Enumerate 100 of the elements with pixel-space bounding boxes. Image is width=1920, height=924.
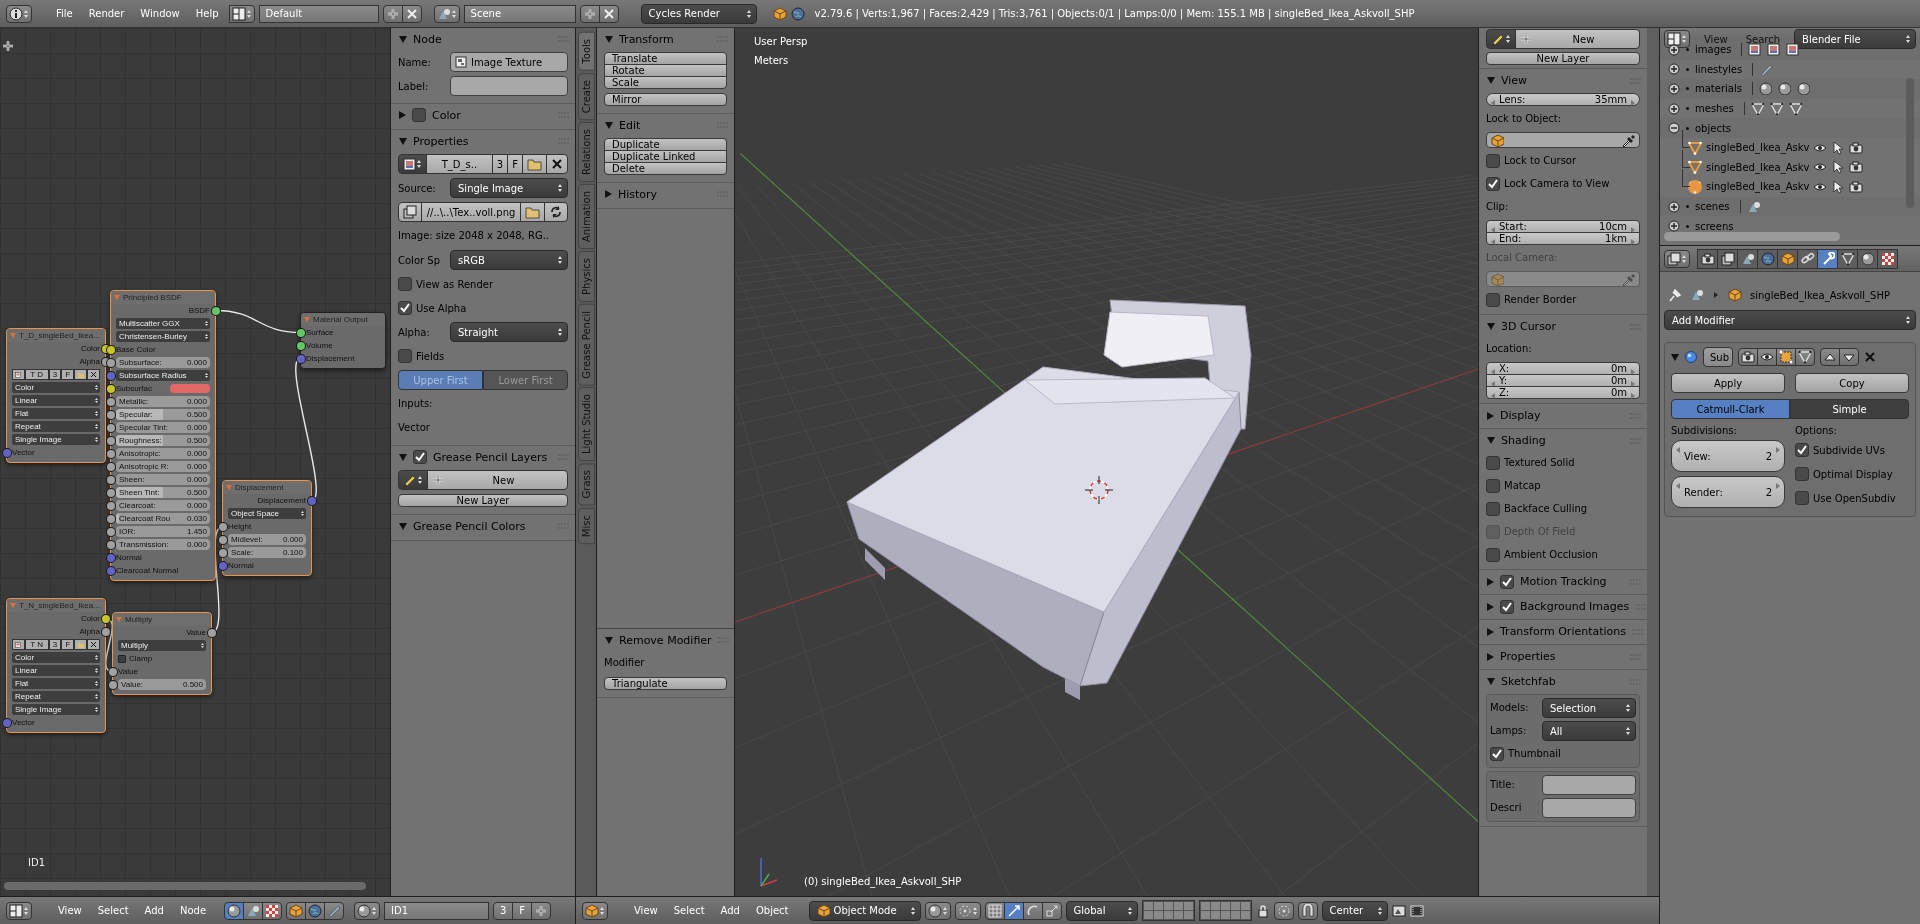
value-slider[interactable]: Sheen Tint: 0.500	[116, 487, 210, 498]
panel-button[interactable]: Mirror	[604, 93, 727, 106]
dropdown[interactable]: sRGB	[450, 250, 568, 270]
panel-button[interactable]: Apply	[1671, 373, 1785, 393]
toggle-button[interactable]: Catmull-Clark	[1671, 399, 1790, 419]
number-field[interactable]: Z: 0m	[1486, 386, 1640, 399]
panel-button[interactable]: Copy	[1795, 373, 1909, 393]
value-slider[interactable]: Subsurface: 0.000	[116, 357, 210, 368]
node-card[interactable]: T_D_singleBed_Ikea... Color Alpha T D 3 F Color Linear Flat Repeat Single Image Vector	[6, 328, 106, 463]
menu-item[interactable]: Select	[91, 905, 135, 916]
panel-button[interactable]: New Layer	[1486, 52, 1640, 65]
value-slider[interactable]: Midlevel: 0.000	[228, 534, 306, 545]
value-slider[interactable]: Scale: 0.100	[228, 547, 306, 558]
panel-title[interactable]: Background Images	[1520, 597, 1630, 616]
tree-item-label[interactable]: meshes	[1695, 103, 1734, 115]
user-count-button[interactable]: 3	[48, 639, 62, 650]
panel-title[interactable]: Transform	[619, 32, 674, 46]
panel-title[interactable]: Sketchfab	[1501, 672, 1556, 691]
dropdown[interactable]: Christensen-Burley	[116, 331, 210, 342]
value-slider[interactable]: Clearcoat Rou 0.030	[116, 513, 210, 524]
number-field[interactable]: Lens: 35mm	[1486, 93, 1640, 106]
menu-item[interactable]: Help	[189, 8, 225, 19]
panel-title[interactable]: Transform Orientations	[1500, 622, 1627, 641]
scene-field[interactable]: Scene	[463, 4, 576, 23]
panel-title[interactable]: Motion Tracking	[1520, 572, 1607, 591]
panel-button[interactable]: Triangulate	[604, 677, 727, 690]
dropdown[interactable]: Subsurface Radius	[116, 370, 210, 381]
panel-button[interactable]: New Layer	[398, 494, 568, 507]
dropdown[interactable]: Color	[12, 652, 100, 663]
snap-target-dropdown[interactable]: Center	[1321, 900, 1388, 921]
tree-item-label[interactable]: materials	[1695, 83, 1742, 95]
dropdown[interactable]: Repeat	[12, 421, 100, 432]
dropdown[interactable]: Straight	[450, 322, 568, 342]
dropdown[interactable]: Multiscatter GGX	[116, 318, 210, 329]
dropdown[interactable]: Color	[12, 382, 100, 393]
dropdown[interactable]: All	[1542, 721, 1636, 741]
tree-item-label[interactable]: objects	[1695, 122, 1732, 134]
value-slider[interactable]: Metallic: 0.000	[116, 396, 210, 407]
number-field[interactable]: End: 1km	[1486, 232, 1640, 245]
value-slider[interactable]: Specular Tint: 0.000	[116, 422, 210, 433]
panel-title[interactable]: Remove Modifier	[619, 633, 712, 647]
panel-button[interactable]: Delete	[604, 162, 727, 175]
fake-user-button[interactable]: F	[507, 154, 523, 174]
dropdown[interactable]: Linear	[12, 395, 100, 406]
node-tree-field[interactable]: ID1	[384, 901, 490, 920]
panel-title[interactable]: History	[618, 187, 658, 201]
dropdown[interactable]: Single Image	[12, 434, 100, 445]
user-count-button[interactable]: 3	[493, 901, 514, 920]
tree-item-label[interactable]: images	[1695, 44, 1732, 56]
menu-item[interactable]: Select	[667, 905, 711, 916]
sidebar-tab[interactable]: Tools	[578, 32, 595, 71]
display-mode-dropdown[interactable]: Blender File	[1794, 29, 1916, 49]
menu-item[interactable]: Object	[749, 905, 795, 916]
fake-user-button[interactable]: F	[61, 639, 75, 650]
text-field[interactable]: Image Texture	[450, 52, 568, 72]
value-slider[interactable]: Anisotropic R: 0.000	[116, 461, 210, 472]
menu-item[interactable]: Window	[134, 8, 186, 19]
dropdown[interactable]: Multiply	[118, 640, 206, 651]
panel-title[interactable]: Node	[413, 32, 442, 46]
dropdown[interactable]: Repeat	[12, 691, 100, 702]
menu-item[interactable]: File	[50, 8, 79, 19]
tree-item-label[interactable]: singleBed_Ikea_Askv	[1706, 161, 1810, 173]
dropdown[interactable]: Single Image	[450, 178, 568, 198]
menu-item[interactable]: Node	[173, 905, 213, 916]
dropdown[interactable]: Flat	[12, 678, 100, 689]
panel-title[interactable]: Properties	[413, 134, 469, 148]
file-path-field[interactable]: //..\..\Tex..voll.png	[421, 202, 521, 222]
dropdown[interactable]: Flat	[12, 408, 100, 419]
value-slider[interactable]: Specular: 0.500	[116, 409, 210, 420]
orientation-dropdown[interactable]: Global	[1065, 900, 1138, 921]
tree-item-label[interactable]: singleBed_Ikea_Askv	[1706, 142, 1810, 154]
value-slider[interactable]: Transmission: 0.000	[116, 539, 210, 550]
new-button[interactable]: New	[427, 470, 568, 490]
menu-item[interactable]: Render	[82, 8, 131, 19]
image-name-field[interactable]: T D	[24, 369, 49, 380]
new-button[interactable]: New	[1515, 29, 1640, 49]
panel-title[interactable]: 3D Cursor	[1501, 317, 1557, 336]
fake-user-button[interactable]: F	[512, 901, 533, 920]
menu-item[interactable]: Add	[138, 905, 170, 916]
value-slider[interactable]: Clearcoat: 0.000	[116, 500, 210, 511]
menu-item[interactable]: View	[52, 905, 88, 916]
fake-user-button[interactable]: F	[61, 369, 75, 380]
menu-item[interactable]: Add	[714, 905, 746, 916]
menu-item[interactable]: View	[1700, 33, 1732, 45]
name-field[interactable]: Sub	[1703, 347, 1733, 367]
tree-item-label[interactable]: screens	[1695, 220, 1734, 232]
panel-button[interactable]: Scale	[604, 76, 727, 89]
number-field[interactable]: View: 2	[1671, 440, 1785, 472]
value-slider[interactable]: Anisotropic: 0.000	[116, 448, 210, 459]
value-slider[interactable]: IOR: 1.450	[116, 526, 210, 537]
panel-title[interactable]: Shading	[1501, 431, 1546, 450]
dropdown[interactable]: Linear	[12, 665, 100, 676]
dropdown[interactable]: Object Space	[228, 508, 306, 519]
value-slider[interactable]: Roughness: 0.500	[116, 435, 210, 446]
dropdown[interactable]: Selection	[1542, 698, 1636, 718]
user-count-button[interactable]: 3	[48, 369, 62, 380]
panel-title[interactable]: Properties	[1500, 647, 1556, 666]
panel-title[interactable]: Edit	[619, 118, 641, 132]
menu-item[interactable]: View	[628, 905, 664, 916]
panel-title[interactable]: View	[1501, 71, 1528, 90]
